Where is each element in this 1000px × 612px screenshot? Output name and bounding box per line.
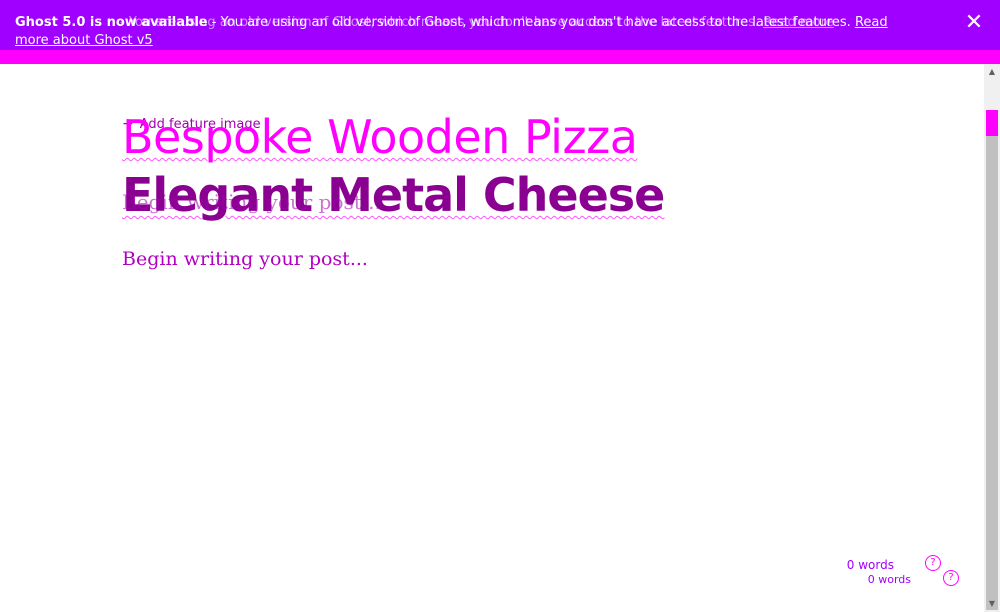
vertical-scrollbar[interactable]: ▲ ▼ [984,64,1000,612]
upgrade-banner: Ghost 5.0 is now available - You are usi… [0,0,1000,64]
post-title-ghost[interactable]: Bespoke Wooden Pizza [122,110,638,164]
close-icon[interactable]: ✕ [963,12,985,34]
banner-overlay-link[interactable]: Read more [763,15,833,30]
scroll-track[interactable] [986,110,998,610]
upgrade-banner-inner: Ghost 5.0 is now available - You are usi… [0,0,1000,50]
word-count: 0 words [846,558,894,572]
scroll-down-icon[interactable]: ▼ [984,596,1000,612]
scroll-thumb[interactable] [986,110,998,136]
scroll-up-icon[interactable]: ▲ [984,64,1000,80]
post-body-editor[interactable]: Begin writing your post... [122,248,368,270]
post-editor: + Add feature image Bespoke Wooden Pizza … [0,64,984,612]
banner-message-overlay: - You are using an old version of Ghost,… [120,14,900,32]
help-icon[interactable]: ? [925,555,941,571]
word-count-secondary: 0 words [867,573,911,586]
post-body-ghost: Begin writing your post... [122,190,381,214]
banner-overlay-body: - You are using an old version of Ghost,… [120,15,760,30]
help-icon-secondary[interactable]: ? [943,570,959,586]
